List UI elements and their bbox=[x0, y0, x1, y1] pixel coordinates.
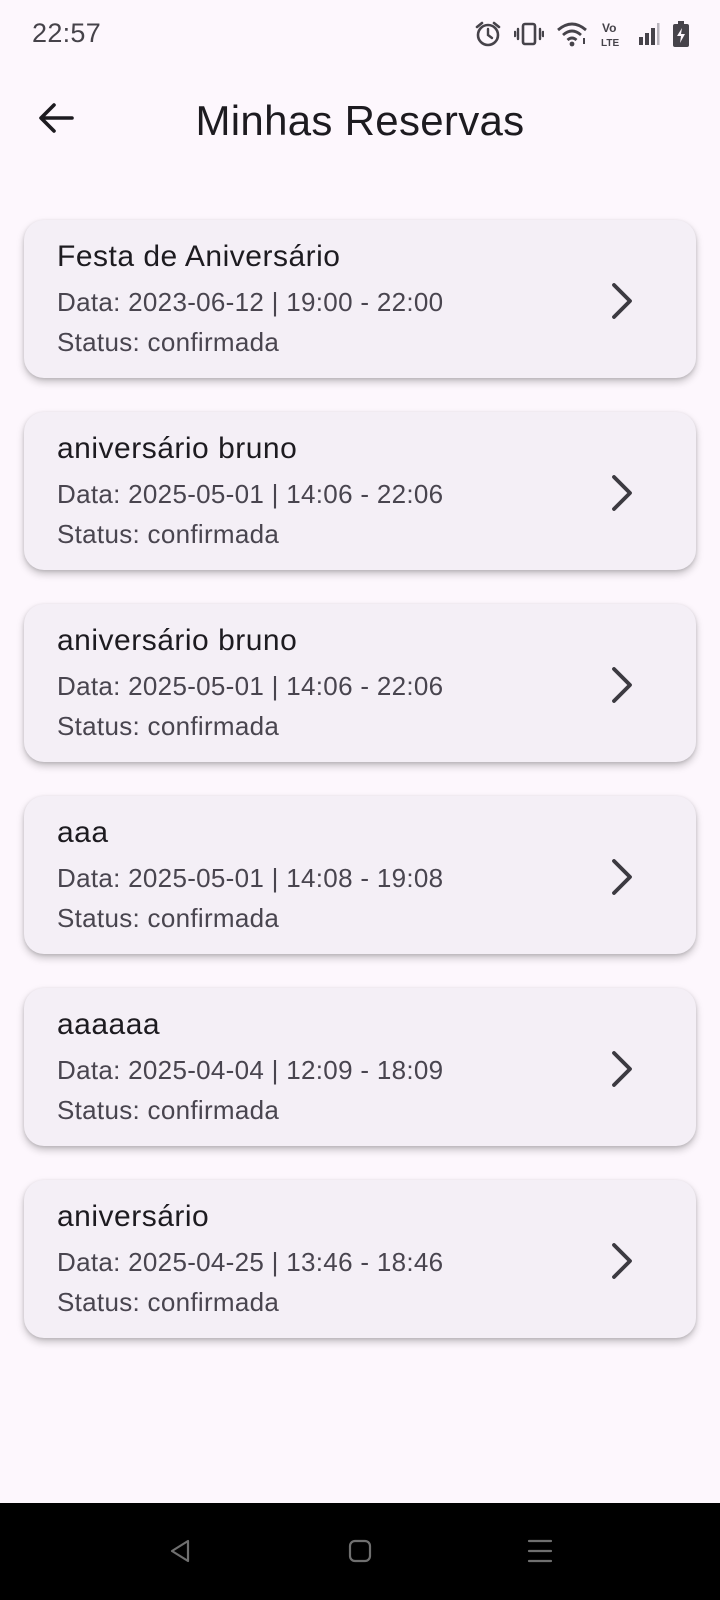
reservation-status: Status: confirmada bbox=[57, 903, 280, 933]
reservation-card[interactable]: aaaaaa Data: 2025-04-04 | 12:09 - 18:09 … bbox=[24, 988, 696, 1146]
nav-menu-button[interactable] bbox=[520, 1533, 560, 1573]
nav-menu-icon bbox=[526, 1537, 554, 1570]
reservation-date: Data: 2025-04-04 | 12:09 - 18:09 bbox=[57, 1055, 444, 1085]
reservation-date: Data: 2023-06-12 | 19:00 - 22:00 bbox=[57, 287, 444, 317]
reservation-list: Festa de Aniversário Data: 2023-06-12 | … bbox=[24, 220, 696, 1372]
app-bar: Minhas Reservas bbox=[0, 70, 720, 175]
reservation-card[interactable]: aniversário Data: 2025-04-25 | 13:46 - 1… bbox=[24, 1180, 696, 1338]
status-bar: 22:57 Vo LTE bbox=[0, 0, 720, 70]
status-icons: Vo LTE bbox=[474, 18, 690, 50]
reservation-card[interactable]: Festa de Aniversário Data: 2023-06-12 | … bbox=[24, 220, 696, 378]
system-nav-bar bbox=[0, 1503, 720, 1600]
reservation-date: Data: 2025-05-01 | 14:08 - 19:08 bbox=[57, 863, 444, 893]
chevron-right-icon bbox=[604, 1047, 640, 1091]
reservation-title: aaaaaa bbox=[57, 1008, 161, 1041]
chevron-right-icon bbox=[604, 663, 640, 707]
reservation-date: Data: 2025-04-25 | 13:46 - 18:46 bbox=[57, 1247, 444, 1277]
svg-text:LTE: LTE bbox=[601, 38, 619, 48]
nav-back-icon bbox=[166, 1537, 194, 1570]
reservation-title: aniversário bruno bbox=[57, 624, 298, 657]
chevron-right-icon bbox=[604, 471, 640, 515]
reservation-card[interactable]: aaa Data: 2025-05-01 | 14:08 - 19:08 Sta… bbox=[24, 796, 696, 954]
vibrate-icon bbox=[514, 20, 544, 48]
reservation-title: aniversário bruno bbox=[57, 432, 298, 465]
chevron-right-icon bbox=[604, 855, 640, 899]
page-title: Minhas Reservas bbox=[195, 97, 525, 144]
status-time: 22:57 bbox=[32, 18, 102, 48]
battery-charging-icon bbox=[672, 20, 690, 48]
reservation-card[interactable]: aniversário bruno Data: 2025-05-01 | 14:… bbox=[24, 604, 696, 762]
reservation-status: Status: confirmada bbox=[57, 1095, 280, 1125]
reservation-status: Status: confirmada bbox=[57, 1287, 280, 1317]
volte-icon: Vo LTE bbox=[600, 20, 626, 48]
chevron-right-icon bbox=[604, 279, 640, 323]
reservation-status: Status: confirmada bbox=[57, 519, 280, 549]
reservation-title: aniversário bbox=[57, 1200, 210, 1233]
alarm-icon bbox=[474, 20, 502, 48]
reservation-title: aaa bbox=[57, 816, 109, 849]
chevron-right-icon bbox=[604, 1239, 640, 1283]
reservation-title: Festa de Aniversário bbox=[57, 240, 341, 273]
reservation-date: Data: 2025-05-01 | 14:06 - 22:06 bbox=[57, 479, 444, 509]
svg-text:Vo: Vo bbox=[602, 21, 616, 35]
reservation-date: Data: 2025-05-01 | 14:06 - 22:06 bbox=[57, 671, 444, 701]
nav-home-button[interactable] bbox=[340, 1533, 380, 1573]
signal-icon bbox=[638, 21, 660, 47]
reservation-card[interactable]: aniversário bruno Data: 2025-05-01 | 14:… bbox=[24, 412, 696, 570]
nav-home-icon bbox=[346, 1537, 374, 1570]
reservation-status: Status: confirmada bbox=[57, 711, 280, 741]
reservation-status: Status: confirmada bbox=[57, 327, 280, 357]
wifi-icon bbox=[556, 20, 588, 48]
nav-back-button[interactable] bbox=[160, 1533, 200, 1573]
